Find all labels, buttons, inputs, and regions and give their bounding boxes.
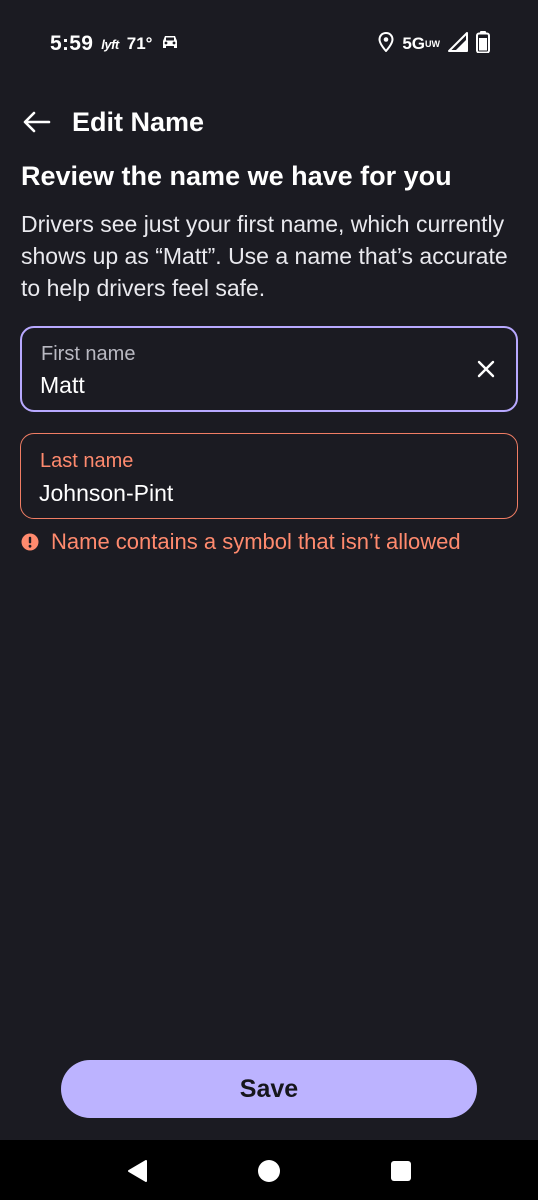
description-text: Drivers see just your first name, which … bbox=[21, 211, 508, 301]
status-left: 5:59 lyft 71° bbox=[50, 30, 180, 58]
nav-home-button[interactable] bbox=[256, 1158, 282, 1184]
square-recents-icon bbox=[391, 1161, 411, 1181]
circle-home-icon bbox=[258, 1160, 280, 1182]
first-name-label: First name bbox=[41, 343, 136, 365]
weather-temperature: 71° bbox=[126, 34, 153, 53]
first-name-input[interactable] bbox=[40, 370, 440, 400]
clear-first-name-button[interactable] bbox=[472, 355, 500, 383]
signal-icon bbox=[448, 31, 468, 57]
network-type: 5GUW bbox=[402, 34, 440, 54]
network-sublabel: UW bbox=[425, 39, 440, 50]
first-name-field[interactable]: First name bbox=[20, 326, 518, 412]
last-name-error: Name contains a symbol that isn’t allowe… bbox=[21, 528, 461, 556]
save-button[interactable]: Save bbox=[61, 1060, 477, 1118]
section-heading: Review the name we have for you bbox=[21, 161, 452, 191]
nav-back-button[interactable] bbox=[125, 1158, 151, 1184]
triangle-back-icon bbox=[128, 1160, 147, 1182]
lyft-notification-icon: lyft bbox=[101, 36, 119, 52]
back-button[interactable] bbox=[22, 107, 52, 137]
battery-icon bbox=[476, 30, 490, 58]
location-icon bbox=[378, 31, 394, 57]
page-title: Edit Name bbox=[72, 106, 205, 137]
status-bar: 5:59 lyft 71° 5GUW bbox=[0, 0, 538, 88]
error-message: Name contains a symbol that isn’t allowe… bbox=[51, 529, 461, 554]
system-navigation-bar bbox=[0, 1140, 538, 1200]
error-icon bbox=[21, 533, 39, 551]
header: Edit Name bbox=[22, 104, 204, 140]
car-icon bbox=[160, 33, 180, 56]
last-name-label: Last name bbox=[40, 450, 134, 472]
arrow-left-icon bbox=[23, 111, 51, 133]
last-name-field[interactable]: Last name bbox=[20, 433, 518, 519]
nav-recents-button[interactable] bbox=[388, 1158, 414, 1184]
close-icon bbox=[477, 360, 495, 378]
status-time: 5:59 bbox=[50, 32, 94, 55]
network-label: 5G bbox=[402, 34, 425, 53]
status-right: 5GUW bbox=[378, 30, 490, 58]
last-name-input[interactable] bbox=[39, 478, 439, 508]
